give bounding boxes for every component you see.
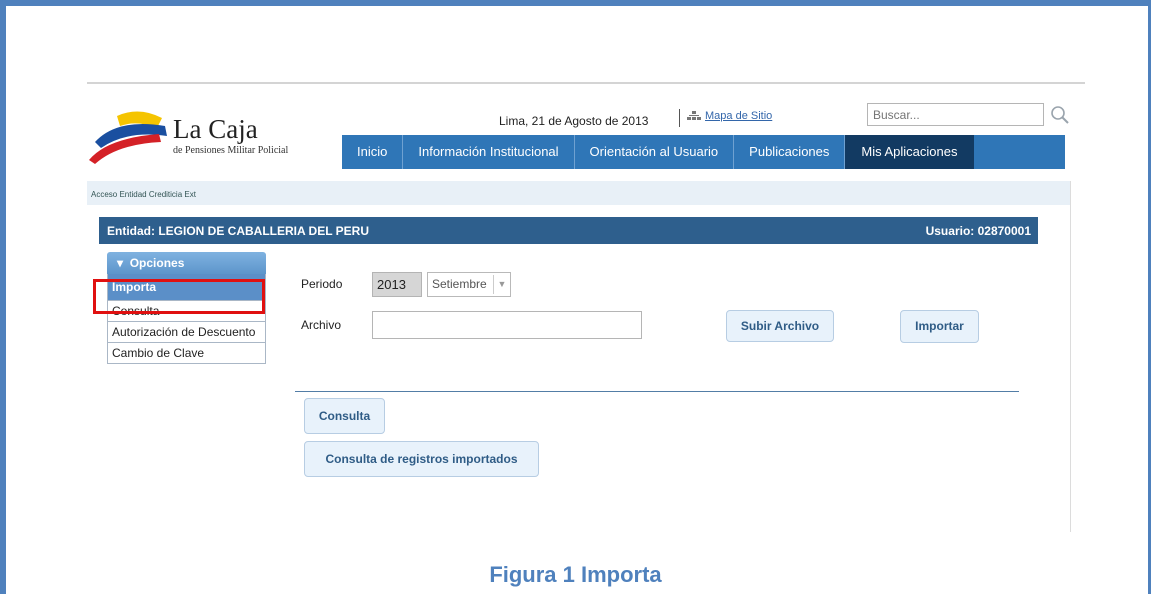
caret-down-icon: ▾ <box>117 256 124 270</box>
consulta-button[interactable]: Consulta <box>304 398 385 434</box>
form-divider <box>295 391 1019 392</box>
menu-item-autorizacion-descuento[interactable]: Autorización de Descuento <box>107 322 266 343</box>
consulta-registros-button[interactable]: Consulta de registros importados <box>304 441 539 477</box>
main-navigation: Inicio Información Institucional Orienta… <box>342 135 1065 169</box>
breadcrumb: Acceso Entidad Crediticia Ext <box>91 190 196 199</box>
breadcrumb-bar <box>87 181 1071 205</box>
current-date: Lima, 21 de Agosto de 2013 <box>499 114 649 128</box>
nav-item-orientacion-usuario[interactable]: Orientación al Usuario <box>575 135 735 169</box>
nav-item-inicio[interactable]: Inicio <box>342 135 404 169</box>
magnifier-icon[interactable] <box>1049 104 1071 126</box>
logo-subtitle: de Pensiones Militar Policial <box>173 145 289 156</box>
nav-item-mis-aplicaciones[interactable]: Mis Aplicaciones <box>845 135 974 169</box>
year-field[interactable]: 2013 <box>372 272 422 297</box>
options-menu: ▾ Opciones Importa Consulta Autorización… <box>107 252 266 364</box>
top-divider <box>87 82 1085 84</box>
sitemap-label: Mapa de Sitio <box>705 110 773 122</box>
sitemap-link[interactable]: Mapa de Sitio <box>687 110 772 122</box>
options-menu-header[interactable]: ▾ Opciones <box>107 252 266 274</box>
entity-bar: Entidad: LEGION DE CABALLERIA DEL PERU U… <box>99 217 1038 244</box>
search-input[interactable] <box>867 103 1044 126</box>
nav-item-informacion-institucional[interactable]: Información Institucional <box>403 135 575 169</box>
archivo-label: Archivo <box>301 318 342 332</box>
document-frame-left <box>0 0 6 594</box>
file-path-input[interactable] <box>372 311 642 339</box>
nav-item-publicaciones[interactable]: Publicaciones <box>734 135 846 169</box>
sitemap-icon <box>687 111 701 120</box>
options-menu-title: Opciones <box>129 256 185 270</box>
menu-item-importa[interactable]: Importa <box>107 274 266 301</box>
content-border <box>1070 181 1071 532</box>
logo-name: La Caja <box>173 114 258 144</box>
periodo-label: Periodo <box>301 277 343 291</box>
document-frame-top <box>0 0 1151 6</box>
user-id: Usuario: 02870001 <box>925 224 1031 238</box>
entity-name: Entidad: LEGION DE CABALLERIA DEL PERU <box>107 224 370 238</box>
chevron-down-icon[interactable]: ▼ <box>493 275 510 294</box>
upload-file-button[interactable]: Subir Archivo <box>726 310 834 342</box>
figure-caption: Figura 1 Importa <box>489 562 662 587</box>
month-select[interactable]: Setiembre ▼ <box>427 272 511 297</box>
month-value: Setiembre <box>432 277 487 291</box>
menu-item-consulta[interactable]: Consulta <box>107 301 266 322</box>
menu-item-cambio-clave[interactable]: Cambio de Clave <box>107 343 266 364</box>
import-button[interactable]: Importar <box>900 310 979 343</box>
browser-screenshot: La Caja de Pensiones Militar Policial Li… <box>87 80 1085 532</box>
header-separator <box>679 109 680 127</box>
